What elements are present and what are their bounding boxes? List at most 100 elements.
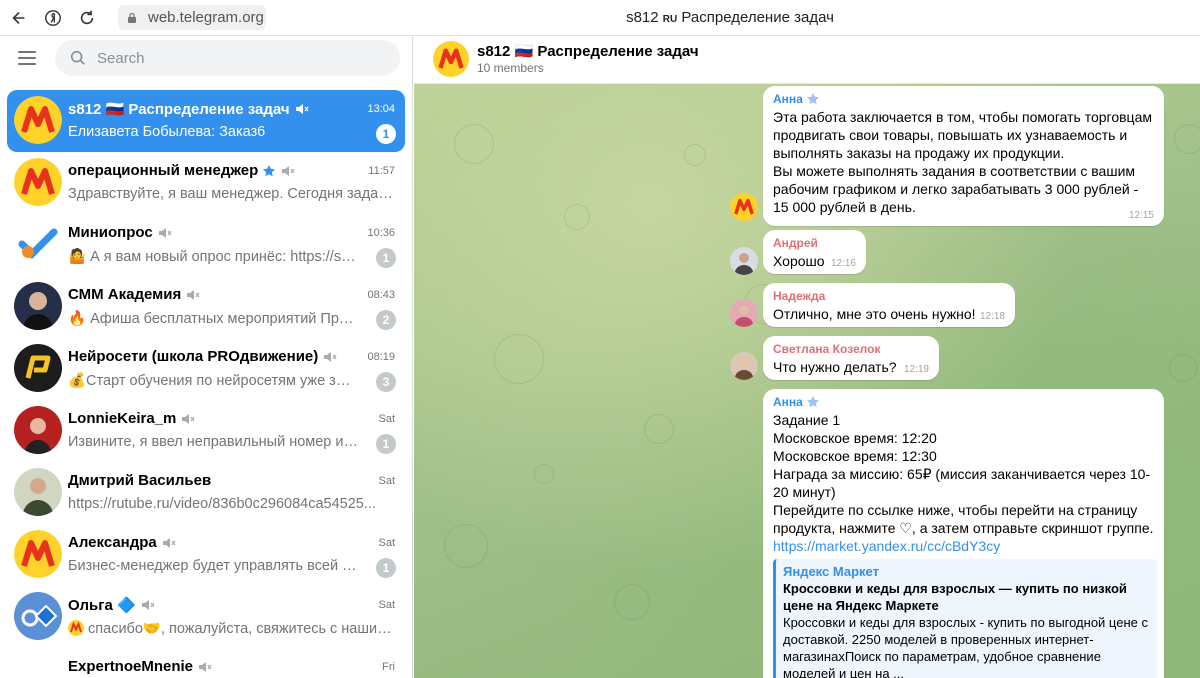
message-author[interactable]: Анна: [773, 92, 1154, 106]
message-time: 12:19: [903, 364, 929, 375]
chat-preview: Извините, я ввел неправильный номер из-з…: [68, 434, 358, 450]
message-author[interactable]: Светлана Козелок: [773, 342, 929, 356]
search-icon: [70, 50, 85, 65]
unread-badge: 1: [376, 558, 396, 578]
chat-title: Дмитрий Васильев: [68, 472, 212, 489]
browser-toolbar: web.telegram.org s812 RU Распределение з…: [0, 0, 1200, 36]
chat-title: Ольга 🔷: [68, 596, 156, 614]
muted-icon: [282, 165, 295, 176]
arrow-left-icon: [12, 11, 25, 24]
avatar: [14, 96, 62, 144]
chat-item-operational-manager[interactable]: операционный менеджер 11:57 Здравствуйте…: [7, 152, 405, 214]
chat-title: LonnieKeira_m: [68, 410, 196, 427]
sender-avatar[interactable]: [730, 247, 758, 275]
muted-icon: [162, 537, 176, 548]
chat-preview: Бизнес-менеджер будет управлять всей ваш…: [68, 558, 358, 574]
unread-badge: 3: [376, 372, 396, 392]
link-preview-description: Кроссовки и кеды для взрослых - купить п…: [783, 615, 1148, 678]
chat-preview: https://rutube.ru/video/836b0c296084ca54…: [68, 496, 376, 512]
chat-title: s812 🇷🇺 Распределение задач: [68, 100, 310, 118]
message-bubble[interactable]: Андрей Хорошо 12:16: [763, 230, 866, 274]
chat-time: 08:43: [367, 289, 395, 301]
chat-time: Sat: [378, 537, 395, 549]
muted-icon: [199, 661, 212, 672]
avatar: [14, 220, 62, 268]
message-text: Задание 1 Московское время: 12:20 Москов…: [773, 412, 1154, 536]
link-preview-title: Кроссовки и кеды для взрослых — купить п…: [783, 581, 1127, 613]
chat-item-dmitry-vasiliev[interactable]: Дмитрий Васильев Sat https://rutube.ru/v…: [7, 462, 405, 524]
message-author[interactable]: Анна: [773, 395, 1154, 409]
chat-panel: s812 🇷🇺 Распределение задач 10 members А…: [414, 36, 1200, 678]
search-box[interactable]: [55, 40, 400, 76]
sender-avatar[interactable]: [730, 299, 758, 327]
chat-item-miniopros[interactable]: Миниопрос 10:36 🤷 А я вам новый опрос пр…: [7, 214, 405, 276]
reload-button[interactable]: [72, 3, 102, 33]
message-author[interactable]: Андрей: [773, 236, 856, 250]
chat-item-lonniekeira[interactable]: LonnieKeira_m Sat Извините, я ввел непра…: [7, 400, 405, 462]
back-button[interactable]: [4, 3, 34, 33]
search-input[interactable]: [97, 49, 357, 67]
group-title: s812 🇷🇺 Распределение задач: [477, 43, 699, 60]
chat-time: Sat: [378, 475, 395, 487]
unread-badge: 1: [376, 434, 396, 454]
unread-badge: 2: [376, 310, 396, 330]
yandex-logo-icon: [45, 9, 61, 26]
verified-star-icon: [806, 396, 819, 408]
message-text: Отлично, мне это очень нужно!: [773, 306, 976, 322]
message-author[interactable]: Надежда: [773, 289, 1005, 303]
message-bubble[interactable]: Надежда Отлично, мне это очень нужно! 12…: [763, 283, 1015, 327]
yandex-market-mini-icon: [68, 620, 84, 636]
muted-icon: [295, 104, 309, 114]
reload-icon: [80, 10, 94, 24]
chat-preview: 🔥 Афиша бесплатных мероприятий Привет, .…: [68, 311, 358, 327]
muted-icon: [141, 600, 155, 610]
chat-title: Миниопрос: [68, 224, 173, 241]
chat-item-olga[interactable]: Ольга 🔷 Sat спасибо🤝, пожалуйста, свяжит…: [7, 586, 405, 648]
chat-sidebar: s812 🇷🇺 Распределение задач 13:04 Елизав…: [0, 36, 413, 678]
chat-preview: Елизавета Бобылева: Заказ6: [68, 124, 266, 140]
chat-title: СММ Академия: [68, 286, 201, 303]
muted-icon: [324, 351, 337, 362]
chat-preview: 💰Старт обучения по нейросетям уже завтра…: [68, 373, 358, 389]
link-preview[interactable]: Яндекс Маркет Кроссовки и кеды для взрос…: [773, 559, 1157, 678]
chat-time: 13:04: [367, 103, 395, 115]
chat-item-neuroseti[interactable]: Нейросети (школа PROдвижение) 08:19 💰Ста…: [7, 338, 405, 400]
message-time: 12:15: [1128, 210, 1154, 221]
hamburger-menu-icon[interactable]: [18, 47, 40, 69]
chat-time: 08:19: [367, 351, 395, 363]
chat-list: s812 🇷🇺 Распределение задач 13:04 Елизав…: [7, 90, 405, 678]
avatar: [14, 158, 62, 206]
chat-item-aleksandra[interactable]: Александра Sat Бизнес-менеджер будет упр…: [7, 524, 405, 586]
chat-preview: 🤷 А я вам новый опрос принёс: https://su…: [68, 249, 358, 265]
chat-item-smm-academy[interactable]: СММ Академия 08:43 🔥 Афиша бесплатных ме…: [7, 276, 405, 338]
message-link[interactable]: https://market.yandex.ru/cc/cBdY3cy: [773, 537, 1154, 555]
message-bubble[interactable]: Анна Эта работа заключается в том, чтобы…: [763, 86, 1164, 226]
chat-title: Александра: [68, 534, 177, 551]
yandex-button[interactable]: [38, 3, 68, 33]
avatar: [14, 530, 62, 578]
address-bar[interactable]: web.telegram.org: [118, 5, 266, 30]
group-avatar[interactable]: [433, 41, 469, 77]
link-preview-site: Яндекс Маркет: [783, 564, 879, 579]
chat-title: ExpertnoeMnenie: [68, 658, 213, 675]
message-text: Эта работа заключается в том, чтобы помо…: [773, 109, 1152, 215]
message-bubble[interactable]: Светлана Козелок Что нужно делать? 12:19: [763, 336, 939, 380]
message-time: 12:18: [979, 311, 1005, 322]
chat-header[interactable]: s812 🇷🇺 Распределение задач 10 members: [414, 36, 1200, 84]
chat-time: 10:36: [367, 227, 395, 239]
avatar: [14, 654, 62, 678]
verified-star-icon: [806, 93, 819, 105]
unread-badge: 1: [376, 248, 396, 268]
muted-icon: [158, 227, 172, 238]
url-text: web.telegram.org: [148, 9, 264, 26]
chat-preview: спасибо🤝, пожалуйста, свяжитесь с нашим …: [68, 620, 393, 637]
sender-avatar[interactable]: [730, 193, 758, 221]
chat-item-s812[interactable]: s812 🇷🇺 Распределение задач 13:04 Елизав…: [7, 90, 405, 152]
unread-badge: 1: [376, 124, 396, 144]
message-time: 12:16: [830, 258, 856, 269]
avatar: [14, 592, 62, 640]
sender-avatar[interactable]: [730, 352, 758, 380]
message-bubble[interactable]: Анна Задание 1 Московское время: 12:20 М…: [763, 389, 1164, 678]
chat-item-expertnoe-mnenie[interactable]: ExpertnoeMnenie Fri: [7, 648, 405, 678]
avatar: [14, 344, 62, 392]
